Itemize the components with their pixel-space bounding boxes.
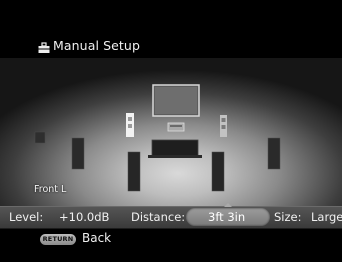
back-label: Back bbox=[82, 231, 112, 245]
speaker-front-l[interactable] bbox=[126, 113, 134, 137]
level-value[interactable]: +10.0dB bbox=[59, 210, 109, 224]
footer: RETURN Back bbox=[0, 228, 342, 262]
selected-speaker-label: Front L bbox=[34, 184, 67, 195]
caret-up-icon bbox=[224, 203, 232, 207]
size-value[interactable]: Large bbox=[311, 210, 342, 224]
listening-position-sofa bbox=[148, 139, 202, 158]
speaker-surround-l[interactable] bbox=[71, 137, 85, 170]
return-button[interactable]: RETURN bbox=[40, 234, 76, 245]
av-receiver bbox=[167, 122, 185, 132]
speaker-surround-r[interactable] bbox=[267, 137, 281, 170]
tv-screen bbox=[152, 84, 200, 117]
header: Manual Setup bbox=[0, 0, 342, 58]
speaker-rear-r[interactable] bbox=[211, 151, 225, 192]
toolbox-icon bbox=[38, 39, 50, 53]
title-bar: Manual Setup bbox=[38, 36, 140, 54]
speaker-front-r[interactable] bbox=[220, 115, 227, 137]
manual-setup-screen: Manual Setup Front L Level: +10.0dB Dist… bbox=[0, 0, 342, 262]
speaker-settings-bar: Level: +10.0dB Distance: 3ft 3in Size: L… bbox=[0, 203, 342, 229]
level-label: Level: bbox=[9, 210, 44, 224]
speaker-room-view: Front L bbox=[0, 58, 342, 206]
size-label: Size: bbox=[274, 210, 302, 224]
page-title: Manual Setup bbox=[53, 37, 140, 53]
distance-label: Distance: bbox=[131, 210, 186, 224]
distance-value[interactable]: 3ft 3in bbox=[208, 210, 245, 224]
speaker-left-far[interactable] bbox=[34, 131, 46, 144]
speaker-rear-l[interactable] bbox=[127, 151, 141, 192]
